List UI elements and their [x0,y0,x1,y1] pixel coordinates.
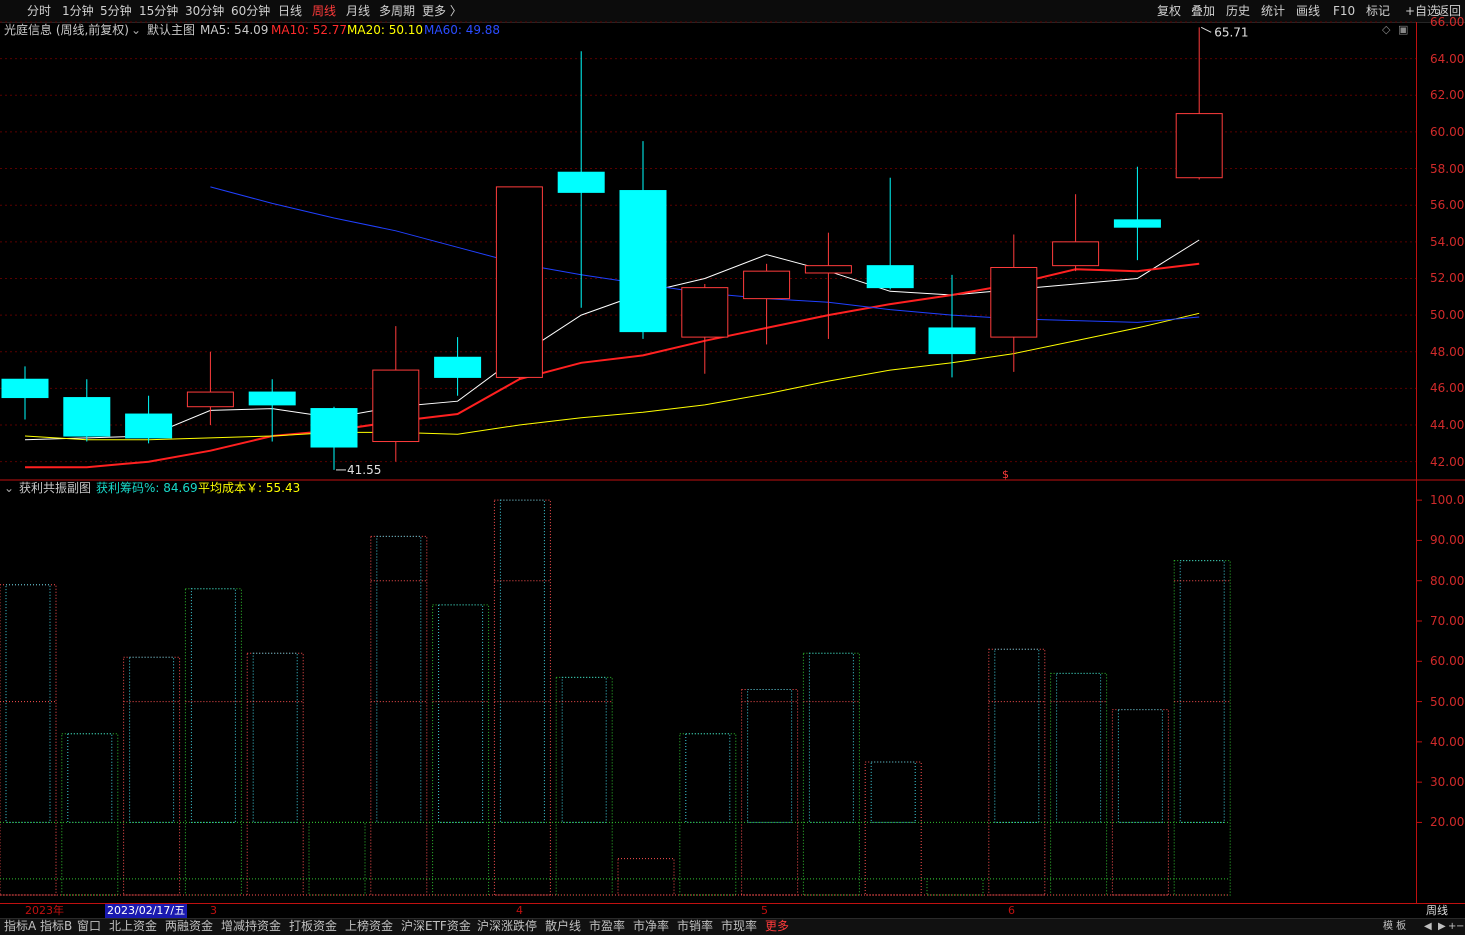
candle-body [248,391,296,406]
profit-bar-outer [370,535,428,896]
date-label-cursor: 2023/02/17/五 [105,904,188,918]
profit-bar-outer [864,761,922,896]
profit-bar-outer [1111,709,1169,896]
profit-bar-inner [129,656,175,823]
profit-bar-inner [561,676,607,823]
high-price-label: 65.71 [1214,25,1248,39]
candle-body [1,378,49,399]
candle-body [434,356,482,378]
date-label-year: 2023年 [25,904,64,917]
profit-bar-outer [802,652,860,896]
profit-bar-outer [0,584,57,896]
profit-bar-inner [252,652,298,823]
profit-bar-inner [747,688,793,823]
candle-body [63,397,111,437]
candle-body [1052,241,1100,267]
bottom-tab-5[interactable]: 增减持资金 [221,919,281,934]
bottom-control-2[interactable]: ▶ [1438,919,1446,934]
profit-bar-outer [1050,672,1108,896]
bottom-tab-7[interactable]: 上榜资金 [345,919,393,934]
bottom-tab-10[interactable]: 散户线 [545,919,581,934]
date-axis [0,903,1465,919]
profit-bar-inner [190,588,236,823]
profit-bar-inner [5,584,51,823]
bottom-tab-15[interactable]: 更多 [765,919,789,934]
profit-bar-inner [994,648,1040,823]
candle-body [495,186,543,378]
candle-body [125,413,173,439]
profit-bar-inner [685,733,731,823]
profit-bar-inner [1117,709,1163,823]
candle-body [557,171,605,193]
date-label-month6: 6 [1008,904,1015,917]
period-label: 周线 [1426,904,1448,917]
bottom-tab-1[interactable]: 指标B [40,919,72,934]
candle-body [804,265,852,274]
bottom-tab-14[interactable]: 市现率 [721,919,757,934]
chart-canvas[interactable]: 65.71 41.55 $ [0,0,1465,934]
bottom-tab-6[interactable]: 打板资金 [289,919,337,934]
bottom-tab-11[interactable]: 市盈率 [589,919,625,934]
profit-bar-outer [246,652,304,896]
profit-bar-inner [376,535,422,823]
profit-bar-outer [308,821,366,896]
candle-body [186,391,234,408]
candle-body [681,287,729,338]
bottom-tab-9[interactable]: 沪深涨跌停 [477,919,537,934]
bottom-control-1[interactable]: ◀ [1424,919,1432,934]
profit-bar-inner [808,652,854,823]
profit-bar-outer [741,688,799,896]
bottom-tab-12[interactable]: 市净率 [633,919,669,934]
candle-body [928,327,976,355]
candle-body [743,270,791,300]
profit-bar-outer [926,878,984,896]
candle-body [619,190,667,333]
profit-bar-outer [1173,560,1231,896]
candle-body [310,408,358,448]
profit-bar-outer [184,588,242,896]
bottom-control-4[interactable]: − [1456,919,1464,934]
candle-body [866,265,914,289]
bottom-tab-0[interactable]: 指标A [4,919,36,934]
date-label-month3: 3 [210,904,217,917]
bottom-tab-8[interactable]: 沪深ETF资金 [401,919,471,934]
low-price-label: 41.55 [347,463,381,477]
profit-bar-outer [493,499,551,896]
profit-bar-outer [679,733,737,896]
high-marker [1200,26,1212,33]
bottom-tab-3[interactable]: 北上资金 [109,919,157,934]
profit-bar-inner [1056,672,1102,823]
bottom-tab-2[interactable]: 窗口 [77,919,101,934]
profit-bar-inner [438,604,484,823]
profit-bar-inner [67,733,113,823]
candle-body [1175,113,1223,179]
candle-body [990,266,1038,338]
profit-bar-outer [61,733,119,896]
profit-bar-outer [555,676,613,896]
profit-bar-inner [1179,560,1225,823]
profit-bar-outer [988,648,1046,896]
bottom-control-0[interactable]: 模 板 [1383,919,1406,934]
bottom-tab-4[interactable]: 两融资金 [165,919,213,934]
dividend-icon: $ [1002,468,1009,481]
candle-body [372,369,420,443]
profit-bar-outer [123,656,181,896]
date-label-month4: 4 [516,904,523,917]
candle-body [1113,219,1161,228]
profit-bar-outer [617,858,675,896]
profit-bar-inner [499,499,545,823]
profit-bar-outer [432,604,490,896]
profit-bar-inner [870,761,916,823]
bottom-tab-13[interactable]: 市销率 [677,919,713,934]
date-label-month5: 5 [761,904,768,917]
